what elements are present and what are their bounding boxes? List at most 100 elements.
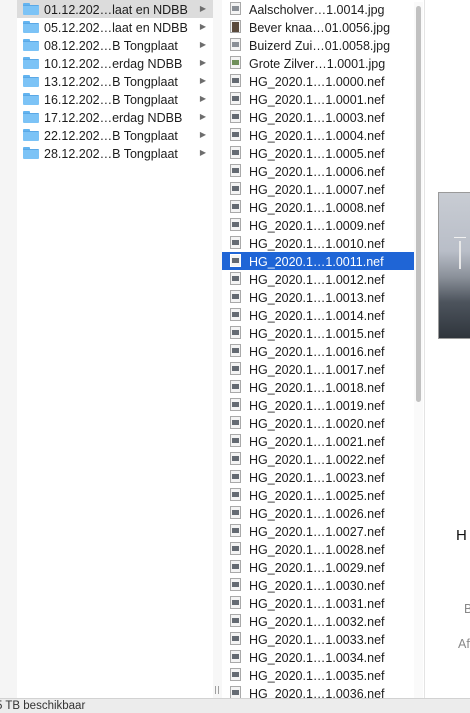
folder-name: 10.12.202…erdag NDBB: [44, 56, 183, 71]
disclosure-arrow-icon: ▶: [199, 148, 206, 157]
raw-file-icon: [230, 182, 241, 196]
file-column-scrollbar[interactable]: [414, 2, 423, 698]
image-thumbnail-icon: [230, 38, 241, 52]
previous-column[interactable]: [0, 0, 18, 699]
file-name: HG_2020.1…1.0019.nef: [249, 398, 385, 413]
folder-row[interactable]: 17.12.202…erdag NDBB ▶: [17, 108, 213, 126]
raw-file-icon: [230, 128, 241, 142]
file-name: HG_2020.1…1.0009.nef: [249, 218, 385, 233]
file-row[interactable]: HG_2020.1…1.0008.nef: [222, 198, 414, 216]
file-name: Buizerd Zui…01.0058.jpg: [249, 38, 391, 53]
file-row[interactable]: HG_2020.1…1.0020.nef: [222, 414, 414, 432]
raw-file-icon: [230, 488, 241, 502]
disclosure-arrow-icon: ▶: [199, 112, 206, 121]
raw-file-icon: [230, 326, 241, 340]
raw-file-icon: [230, 416, 241, 430]
resize-grip-icon[interactable]: [215, 686, 219, 694]
file-row[interactable]: HG_2020.1…1.0015.nef: [222, 324, 414, 342]
file-row[interactable]: HG_2020.1…1.0006.nef: [222, 162, 414, 180]
raw-file-icon: [230, 236, 241, 250]
file-name: HG_2020.1…1.0012.nef: [249, 272, 385, 287]
folder-icon: [23, 2, 39, 15]
file-row[interactable]: HG_2020.1…1.0004.nef: [222, 126, 414, 144]
file-row[interactable]: HG_2020.1…1.0021.nef: [222, 432, 414, 450]
folder-row[interactable]: 13.12.202…B Tongplaat ▶: [17, 72, 213, 90]
file-row[interactable]: HG_2020.1…1.0009.nef: [222, 216, 414, 234]
file-row[interactable]: HG_2020.1…1.0027.nef: [222, 522, 414, 540]
file-row[interactable]: HG_2020.1…1.0026.nef: [222, 504, 414, 522]
file-row[interactable]: HG_2020.1…1.0013.nef: [222, 288, 414, 306]
folder-row[interactable]: 10.12.202…erdag NDBB ▶: [17, 54, 213, 72]
raw-file-icon: [230, 560, 241, 574]
file-row[interactable]: HG_2020.1…1.0001.nef: [222, 90, 414, 108]
file-row[interactable]: HG_2020.1…1.0014.nef: [222, 306, 414, 324]
folder-row[interactable]: 28.12.202…B Tongplaat ▶: [17, 144, 213, 162]
file-row[interactable]: HG_2020.1…1.0034.nef: [222, 648, 414, 666]
file-row[interactable]: HG_2020.1…1.0011.nef: [222, 252, 414, 270]
file-name: HG_2020.1…1.0021.nef: [249, 434, 385, 449]
file-name: HG_2020.1…1.0000.nef: [249, 74, 385, 89]
file-column[interactable]: Aalscholver…1.0014.jpg Bever knaa…01.0056…: [222, 0, 414, 699]
file-name: HG_2020.1…1.0023.nef: [249, 470, 385, 485]
file-row[interactable]: HG_2020.1…1.0030.nef: [222, 576, 414, 594]
raw-file-icon: [230, 434, 241, 448]
image-thumbnail-icon: [230, 20, 241, 34]
folder-name: 01.12.202…laat en NDBB: [44, 2, 188, 17]
file-row[interactable]: HG_2020.1…1.0032.nef: [222, 612, 414, 630]
folder-name: 16.12.202…B Tongplaat: [44, 92, 178, 107]
file-name: HG_2020.1…1.0034.nef: [249, 650, 385, 665]
scrollbar-thumb[interactable]: [416, 6, 421, 402]
raw-file-icon: [230, 452, 241, 466]
file-name: HG_2020.1…1.0006.nef: [249, 164, 385, 179]
file-row[interactable]: Grote Zilver…1.0001.jpg: [222, 54, 414, 72]
file-row[interactable]: HG_2020.1…1.0016.nef: [222, 342, 414, 360]
folder-row[interactable]: 05.12.202…laat en NDBB ▶: [17, 18, 213, 36]
file-row[interactable]: HG_2020.1…1.0036.nef: [222, 684, 414, 699]
disclosure-arrow-icon: ▶: [199, 130, 206, 139]
folder-icon: [23, 38, 39, 51]
file-row[interactable]: HG_2020.1…1.0007.nef: [222, 180, 414, 198]
raw-file-icon: [230, 632, 241, 646]
folder-column[interactable]: 01.12.202…laat en NDBB ▶ 05.12.202…laat en…: [17, 0, 214, 699]
file-name: HG_2020.1…1.0036.nef: [249, 686, 385, 699]
file-row[interactable]: HG_2020.1…1.0012.nef: [222, 270, 414, 288]
raw-file-icon: [230, 578, 241, 592]
file-row[interactable]: HG_2020.1…1.0019.nef: [222, 396, 414, 414]
file-name: HG_2020.1…1.0014.nef: [249, 308, 385, 323]
file-row[interactable]: Buizerd Zui…01.0058.jpg: [222, 36, 414, 54]
file-row[interactable]: Bever knaa…01.0056.jpg: [222, 18, 414, 36]
raw-file-icon: [230, 650, 241, 664]
file-name: HG_2020.1…1.0035.nef: [249, 668, 385, 683]
raw-file-icon: [230, 362, 241, 376]
file-row[interactable]: HG_2020.1…1.0028.nef: [222, 540, 414, 558]
folder-name: 08.12.202…B Tongplaat: [44, 38, 178, 53]
folder-row[interactable]: 08.12.202…B Tongplaat ▶: [17, 36, 213, 54]
file-row[interactable]: HG_2020.1…1.0010.nef: [222, 234, 414, 252]
folder-icon: [23, 56, 39, 69]
file-row[interactable]: Aalscholver…1.0014.jpg: [222, 0, 414, 18]
file-row[interactable]: HG_2020.1…1.0000.nef: [222, 72, 414, 90]
folder-row[interactable]: 01.12.202…laat en NDBB ▶: [17, 0, 213, 18]
folder-row[interactable]: 22.12.202…B Tongplaat ▶: [17, 126, 213, 144]
file-row[interactable]: HG_2020.1…1.0017.nef: [222, 360, 414, 378]
file-name: HG_2020.1…1.0007.nef: [249, 182, 385, 197]
file-row[interactable]: HG_2020.1…1.0018.nef: [222, 378, 414, 396]
raw-file-icon: [230, 164, 241, 178]
folder-row[interactable]: 16.12.202…B Tongplaat ▶: [17, 90, 213, 108]
file-row[interactable]: HG_2020.1…1.0033.nef: [222, 630, 414, 648]
raw-file-icon: [230, 200, 241, 214]
raw-file-icon: [230, 290, 241, 304]
file-row[interactable]: HG_2020.1…1.0025.nef: [222, 486, 414, 504]
disclosure-arrow-icon: ▶: [199, 40, 206, 49]
file-row[interactable]: HG_2020.1…1.0031.nef: [222, 594, 414, 612]
file-row[interactable]: HG_2020.1…1.0022.nef: [222, 450, 414, 468]
file-row[interactable]: HG_2020.1…1.0003.nef: [222, 108, 414, 126]
file-name: HG_2020.1…1.0027.nef: [249, 524, 385, 539]
raw-file-icon: [230, 308, 241, 322]
file-row[interactable]: HG_2020.1…1.0023.nef: [222, 468, 414, 486]
file-row[interactable]: HG_2020.1…1.0005.nef: [222, 144, 414, 162]
folder-name: 22.12.202…B Tongplaat: [44, 128, 178, 143]
file-row[interactable]: HG_2020.1…1.0029.nef: [222, 558, 414, 576]
file-row[interactable]: HG_2020.1…1.0035.nef: [222, 666, 414, 684]
disclosure-arrow-icon: ▶: [199, 58, 206, 67]
